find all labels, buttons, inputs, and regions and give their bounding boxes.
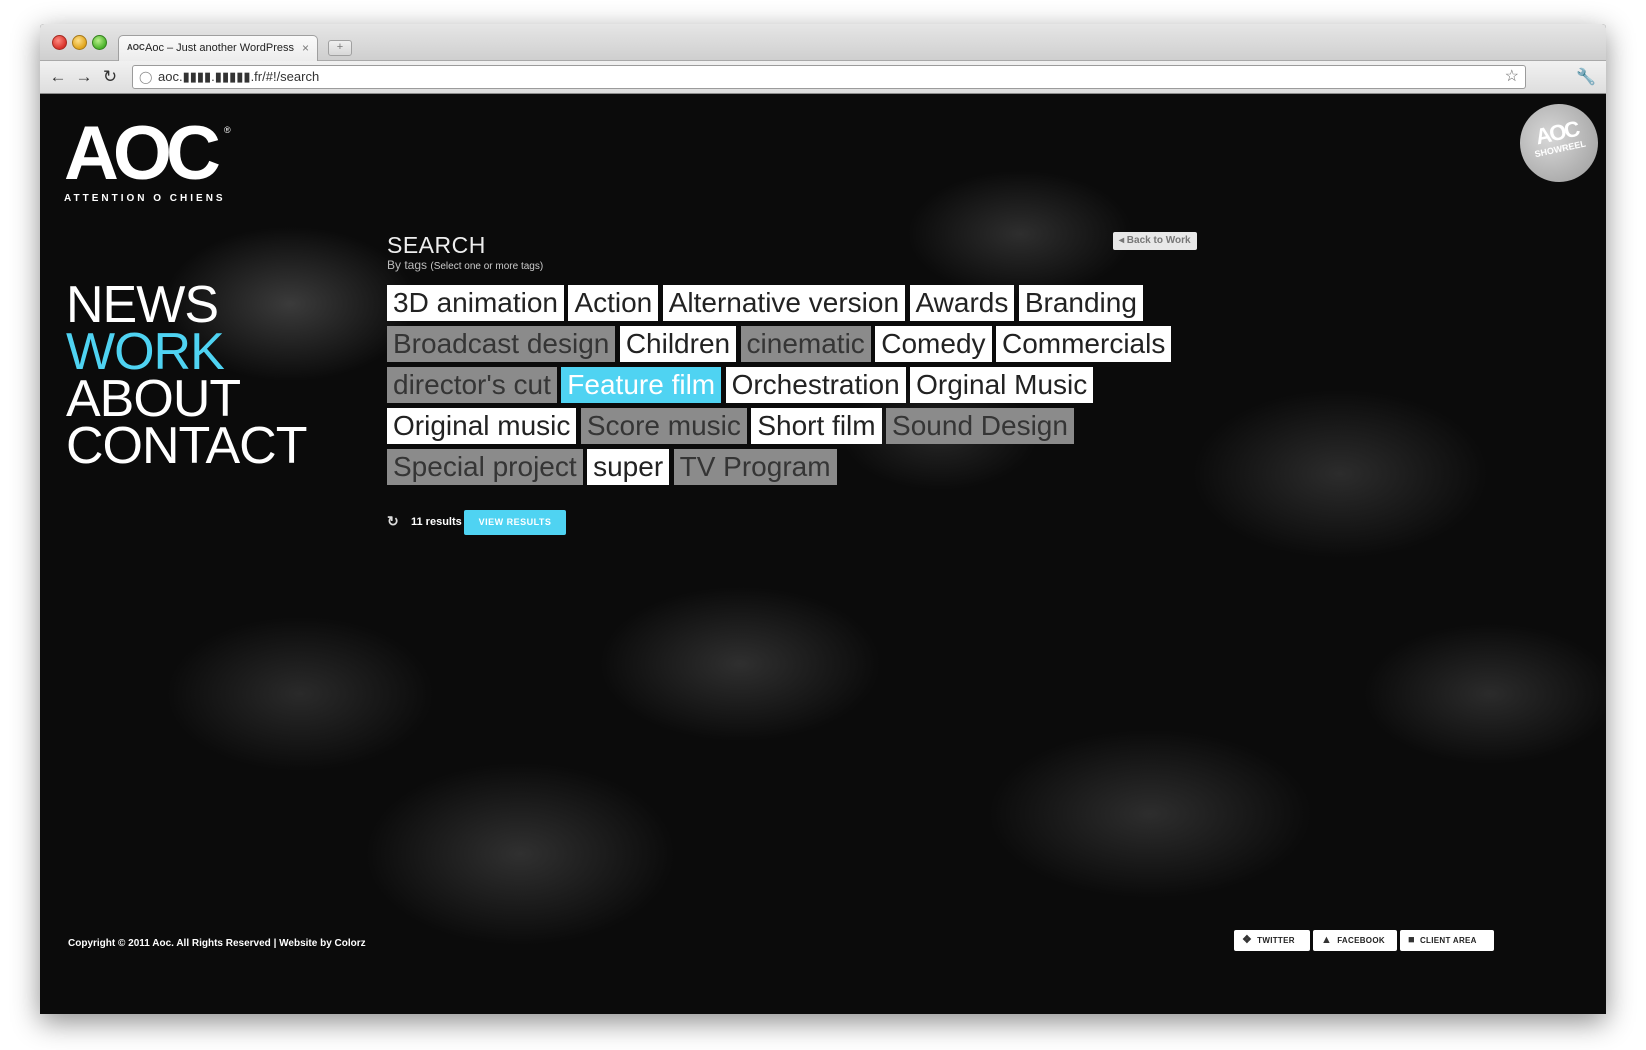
tag-cloud: 3D animation Action Alternative version … <box>387 285 1207 490</box>
tag-children[interactable]: Children <box>619 326 737 362</box>
tag-special-project[interactable]: Special project <box>387 449 583 485</box>
tag-score-music[interactable]: Score music <box>580 408 747 444</box>
search-title: SEARCH <box>387 232 486 258</box>
facebook-button[interactable]: ▲ FACEBOOK <box>1313 930 1397 951</box>
logo-mark: AOC <box>64 111 221 196</box>
tag-orchestration[interactable]: Orchestration <box>725 367 906 403</box>
tag-short-film[interactable]: Short film <box>751 408 882 444</box>
view-results-button[interactable]: VIEW RESULTS <box>464 510 566 535</box>
nav-item-news[interactable]: NEWS <box>66 279 306 331</box>
browser-toolbar: ← → ↻ ◯ aoc.▮▮▮▮.▮▮▮▮▮.fr/#!/search ☆ 🔧 <box>40 61 1606 94</box>
tag-super[interactable]: super <box>587 449 670 485</box>
tag-commercials[interactable]: Commercials <box>995 326 1172 362</box>
tag-feature-film[interactable]: Feature film <box>561 367 722 403</box>
tag-broadcast-design[interactable]: Broadcast design <box>387 326 616 362</box>
url-text: aoc.▮▮▮▮.▮▮▮▮▮.fr/#!/search <box>158 69 320 84</box>
browser-titlebar: AOC Aoc – Just another WordPress × + <box>40 24 1606 62</box>
browser-window: AOC Aoc – Just another WordPress × + ← →… <box>40 24 1606 1014</box>
nav-item-work[interactable]: WORK <box>66 326 306 378</box>
tag-branding[interactable]: Branding <box>1018 285 1143 321</box>
twitter-button[interactable]: ❖ TWITTER <box>1234 930 1310 951</box>
client-area-button[interactable]: ■ CLIENT AREA <box>1400 930 1494 951</box>
back-to-work-button[interactable]: ◂ Back to Work <box>1113 232 1197 250</box>
search-subtitle: By tags (Select one or more tags) <box>387 258 543 272</box>
thumbs-up-icon: ▲ <box>1321 934 1333 946</box>
tag-action[interactable]: Action <box>568 285 659 321</box>
tag-tv-program[interactable]: TV Program <box>673 449 837 485</box>
aoc-logo[interactable]: AOC ® ATTENTION O CHIENS <box>64 111 234 205</box>
tag-awards[interactable]: Awards <box>909 285 1015 321</box>
main-nav: NEWS WORK ABOUT CONTACT <box>66 279 307 472</box>
zoom-window-button[interactable] <box>92 35 107 50</box>
back-icon[interactable]: ← <box>48 67 68 87</box>
forward-icon[interactable]: → <box>74 67 94 87</box>
showreel-badge[interactable]: AOC SHOWREEL <box>1512 96 1606 190</box>
nav-item-about[interactable]: ABOUT <box>66 373 306 425</box>
address-bar[interactable]: ◯ aoc.▮▮▮▮.▮▮▮▮▮.fr/#!/search ☆ <box>132 65 1526 89</box>
tag-sound-design[interactable]: Sound Design <box>886 408 1074 444</box>
registered-mark: ® <box>224 125 231 135</box>
logo-tagline: ATTENTION O CHIENS <box>64 193 226 204</box>
minimize-window-button[interactable] <box>72 35 87 50</box>
refresh-icon[interactable]: ↻ <box>387 513 399 530</box>
nav-item-contact[interactable]: CONTACT <box>66 420 307 472</box>
twitter-icon: ❖ <box>1242 934 1253 946</box>
tab-close-icon[interactable]: × <box>302 36 309 60</box>
close-window-button[interactable] <box>52 35 67 50</box>
tag-cinematic[interactable]: cinematic <box>740 326 871 362</box>
lock-icon: ■ <box>1408 934 1415 946</box>
client-area-label: CLIENT AREA <box>1419 936 1477 945</box>
browser-tab[interactable]: AOC Aoc – Just another WordPress × <box>118 35 318 62</box>
tag-orginal-music[interactable]: Orginal Music <box>910 367 1094 403</box>
tag-director-s-cut[interactable]: director's cut <box>387 367 557 403</box>
tag-alternative-version[interactable]: Alternative version <box>662 285 906 321</box>
copyright-text[interactable]: Copyright © 2011 Aoc. All Rights Reserve… <box>68 938 366 949</box>
page-content: AOC ® ATTENTION O CHIENS AOC SHOWREEL NE… <box>40 94 1606 1014</box>
tab-title: Aoc – Just another WordPress <box>145 42 294 54</box>
star-icon[interactable]: ☆ <box>1505 66 1519 88</box>
wrench-icon[interactable]: 🔧 <box>1576 67 1596 87</box>
results-count: 11 results <box>411 516 462 528</box>
tag-comedy[interactable]: Comedy <box>875 326 992 362</box>
new-tab-button[interactable]: + <box>328 40 352 56</box>
twitter-label: TWITTER <box>1257 936 1295 945</box>
favicon-icon: AOC <box>127 43 145 52</box>
search-subtitle-text: By tags <box>387 258 428 272</box>
globe-icon: ◯ <box>139 70 153 84</box>
search-hint: (Select one or more tags) <box>430 261 544 272</box>
tag-original-music[interactable]: Original music <box>387 408 577 444</box>
facebook-label: FACEBOOK <box>1337 936 1385 945</box>
tag-3d-animation[interactable]: 3D animation <box>387 285 564 321</box>
reload-icon[interactable]: ↻ <box>100 67 120 87</box>
